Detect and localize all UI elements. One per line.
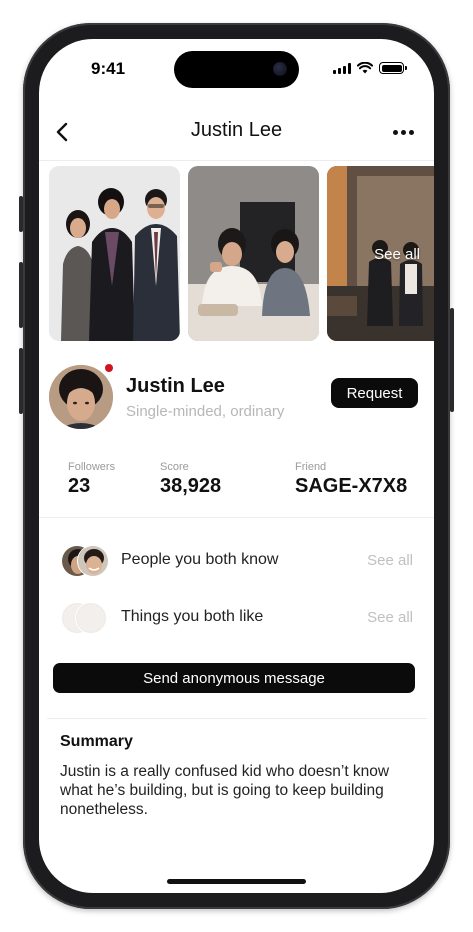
send-anonymous-message-button[interactable]: Send anonymous message (53, 663, 415, 693)
photo-2[interactable] (188, 166, 319, 341)
wifi-icon (357, 62, 373, 74)
power-button (450, 308, 454, 412)
people-you-both-know-row[interactable]: People you both know See all (61, 544, 413, 578)
status-icons (333, 62, 407, 74)
nav-bar: Justin Lee (39, 111, 434, 155)
see-all-link[interactable]: See all (367, 552, 413, 569)
ellipsis-icon (392, 129, 398, 135)
mutual-avatars (61, 602, 109, 634)
volume-down-button (19, 348, 23, 414)
stat-friend: Friend SAGE-X7X8 (295, 461, 407, 498)
see-all-link[interactable]: See all (367, 609, 413, 626)
online-status-dot (105, 364, 113, 372)
stats-divider (39, 517, 434, 518)
cellular-signal-icon (333, 62, 351, 74)
stat-label: Score (160, 461, 189, 473)
mutual-label: Things you both like (121, 608, 264, 625)
placeholder-avatar (75, 602, 107, 634)
status-time: 9:41 (91, 59, 126, 78)
avatar[interactable] (49, 365, 113, 429)
stat-label: Followers (68, 461, 116, 473)
photo-carousel[interactable]: See all (39, 166, 434, 342)
dynamic-island (174, 51, 299, 88)
mutual-avatars (61, 545, 109, 577)
profile-name: Justin Lee (126, 375, 225, 397)
page-title: Justin Lee (190, 119, 283, 141)
things-you-both-like-row[interactable]: Things you both like See all (61, 601, 413, 635)
action-button (19, 196, 23, 232)
stat-followers[interactable]: Followers 23 (68, 461, 115, 498)
summary-text: Justin is a really confused kid who does… (60, 763, 390, 818)
mutual-avatar (77, 545, 109, 577)
battery-icon (379, 62, 407, 74)
profile-bio: Single-minded, ordinary (126, 403, 285, 420)
mutual-label: People you both know (121, 551, 279, 568)
home-indicator[interactable] (167, 879, 306, 884)
summary-title: Summary (60, 733, 133, 750)
stat-value: 23 (68, 475, 91, 497)
summary-divider (47, 718, 427, 719)
nav-divider (39, 160, 434, 161)
see-all-photos-link[interactable]: See all (374, 246, 420, 263)
stat-value: 38,928 (160, 475, 222, 497)
volume-up-button (19, 262, 23, 328)
camera-icon (273, 62, 287, 76)
stat-score: Score 38,928 (160, 461, 221, 498)
request-button[interactable]: Request (331, 378, 418, 408)
photo-1[interactable] (49, 166, 180, 341)
screen: 9:41 Justin Lee See all Justin Lee Singl… (39, 39, 434, 893)
more-button[interactable] (390, 120, 416, 144)
stat-label: Friend (295, 461, 327, 473)
stat-value: SAGE-X7X8 (295, 475, 408, 497)
